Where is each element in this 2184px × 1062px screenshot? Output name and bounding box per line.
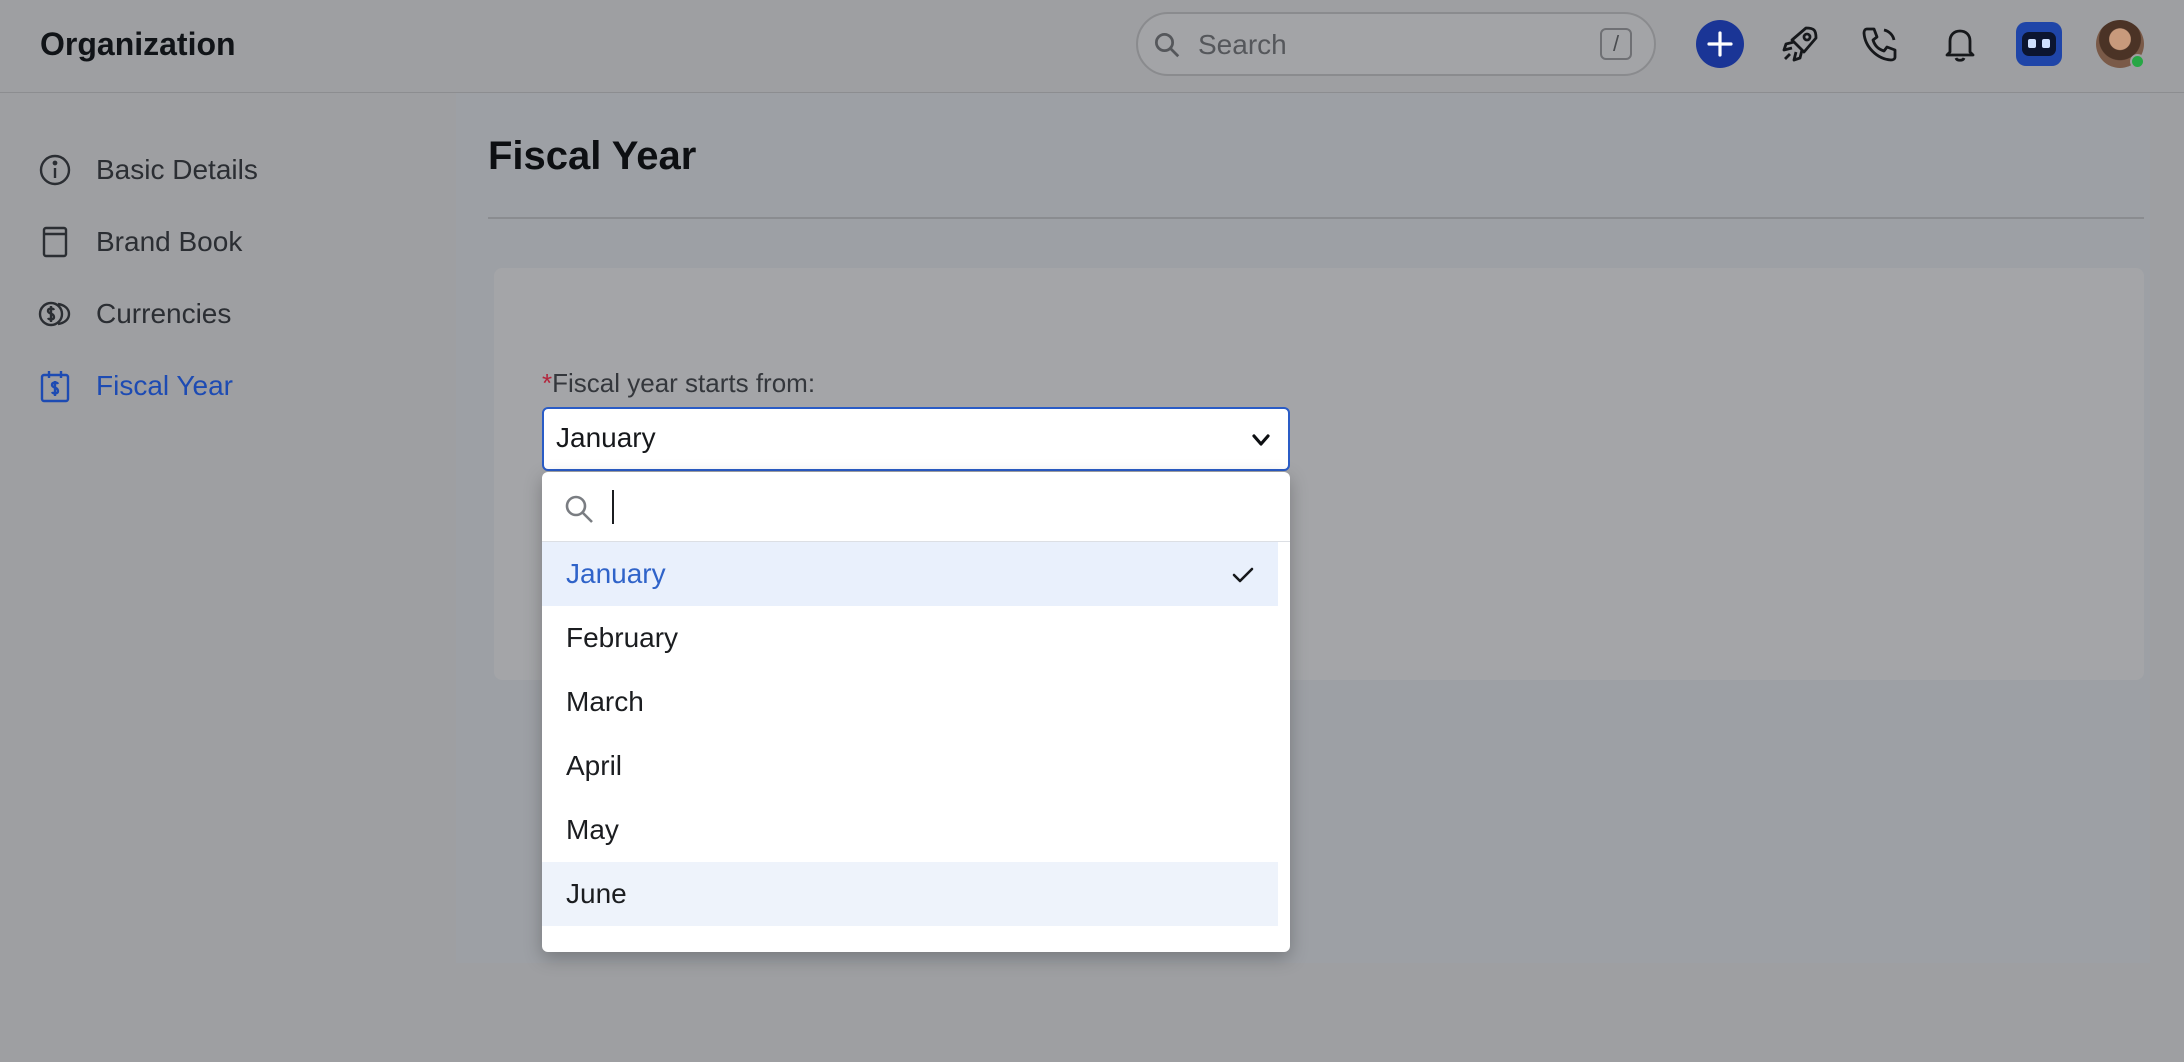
search-input[interactable] xyxy=(1198,26,1578,64)
book-icon xyxy=(42,226,68,258)
chevron-down-icon xyxy=(1252,434,1270,446)
title-divider xyxy=(488,217,2144,219)
bot-icon xyxy=(2022,32,2056,56)
fiscal-year-dropdown: January February March April May June xyxy=(542,472,1290,952)
assistant-button[interactable] xyxy=(2016,22,2062,66)
online-status-dot xyxy=(2130,54,2145,69)
rocket-icon xyxy=(1782,26,1818,62)
search-shortcut-key: / xyxy=(1600,28,1632,60)
text-cursor xyxy=(612,490,614,524)
sidebar-item-label: Fiscal Year xyxy=(96,370,233,401)
info-icon xyxy=(39,154,71,186)
month-option-june[interactable]: June xyxy=(542,862,1278,926)
phone-icon xyxy=(1862,27,1897,62)
calendar-dollar-icon xyxy=(40,371,70,403)
sidebar-item-currencies[interactable]: Currencies xyxy=(38,292,231,336)
month-option-march[interactable]: March xyxy=(542,670,1278,734)
month-option-february[interactable]: February xyxy=(542,606,1278,670)
top-bar: Organization / xyxy=(0,0,2184,93)
month-option-label: February xyxy=(566,622,679,653)
month-option-may[interactable]: May xyxy=(542,798,1278,862)
sidebar-item-brand-book[interactable]: Brand Book xyxy=(38,220,242,264)
month-option-label: June xyxy=(566,878,627,909)
month-option-label: January xyxy=(566,558,666,589)
sidebar-item-label: Currencies xyxy=(96,298,232,329)
bell-icon xyxy=(1945,29,1975,62)
check-icon xyxy=(1232,567,1254,583)
avatar[interactable] xyxy=(2096,20,2145,69)
currency-icon xyxy=(38,301,71,327)
sidebar-item-label: Basic Details xyxy=(96,154,258,185)
month-option-label: May xyxy=(566,814,619,845)
fiscal-year-label: *Fiscal year starts from: xyxy=(542,368,815,399)
launch-button[interactable] xyxy=(1776,20,1824,68)
global-search[interactable]: / xyxy=(1136,12,1656,76)
dropdown-search[interactable] xyxy=(542,472,1290,542)
app-title: Organization xyxy=(40,26,236,62)
sidebar-item-basic-details[interactable]: Basic Details xyxy=(38,148,258,192)
required-marker: * xyxy=(542,368,553,398)
sidebar-item-fiscal-year[interactable]: Fiscal Year xyxy=(38,364,233,408)
create-button[interactable] xyxy=(1696,20,1744,68)
fiscal-year-selected-value: January xyxy=(556,422,656,453)
month-option-label: April xyxy=(566,750,623,781)
month-option-january[interactable]: January xyxy=(542,542,1278,606)
search-icon xyxy=(1155,33,1180,58)
notifications-button[interactable] xyxy=(1936,20,1984,68)
page-title: Fiscal Year xyxy=(488,134,697,178)
sidebar-item-label: Brand Book xyxy=(96,226,243,257)
month-option-april[interactable]: April xyxy=(542,734,1278,798)
fiscal-year-label-text: Fiscal year starts from: xyxy=(552,368,816,398)
month-option-label: March xyxy=(566,686,644,717)
fiscal-year-select[interactable]: January xyxy=(542,407,1290,471)
plus-icon xyxy=(1707,31,1733,57)
search-icon xyxy=(565,495,593,523)
call-button[interactable] xyxy=(1856,20,1904,68)
